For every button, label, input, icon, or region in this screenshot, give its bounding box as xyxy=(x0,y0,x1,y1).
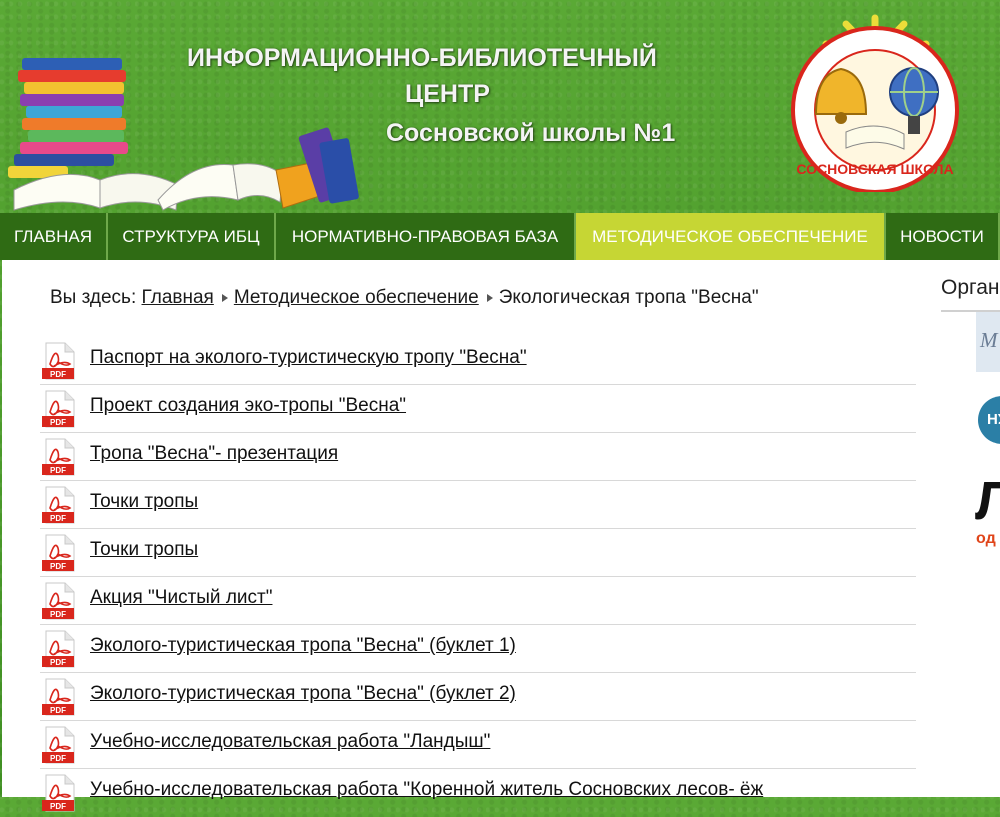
document-link[interactable]: Тропа "Весна"- презентация xyxy=(90,443,338,465)
breadcrumb-link-home[interactable]: Главная xyxy=(142,287,214,308)
nav-item-legal-base[interactable]: НОРМАТИВНО-ПРАВОВАЯ БАЗА xyxy=(276,213,576,260)
right-sidebar: Орган М НУ Л од xyxy=(935,260,1000,797)
document-link[interactable]: Учебно-исследовательская работа "Коренно… xyxy=(90,779,763,801)
site-title-line3: Сосновской школы №1 xyxy=(386,119,676,147)
svg-text:PDF: PDF xyxy=(50,562,66,571)
document-row: PDF Учебно-исследовательская работа "Лан… xyxy=(40,722,916,769)
pdf-icon[interactable]: PDF xyxy=(40,630,78,668)
document-link[interactable]: Проект создания эко-тропы "Весна" xyxy=(90,395,406,417)
svg-text:PDF: PDF xyxy=(50,706,66,715)
main-content: Вы здесь: Главная Методическое обеспечени… xyxy=(2,260,935,812)
pdf-icon[interactable]: PDF xyxy=(40,438,78,476)
breadcrumb-arrow-icon xyxy=(486,293,493,302)
document-row: PDF Тропа "Весна"- презентация xyxy=(40,434,916,481)
sidebar-logo-subtext: од xyxy=(976,530,996,547)
document-row: PDF Учебно-исследовательская работа "Кор… xyxy=(40,770,916,816)
nav-item-news[interactable]: НОВОСТИ xyxy=(886,213,1000,260)
document-link[interactable]: Эколого-туристическая тропа "Весна" (бук… xyxy=(90,683,516,705)
breadcrumb-current: Экологическая тропа "Весна" xyxy=(498,287,759,308)
document-link[interactable]: Точки тропы xyxy=(90,491,198,513)
document-link[interactable]: Учебно-исследовательская работа "Ландыш" xyxy=(90,731,490,753)
pdf-icon[interactable]: PDF xyxy=(40,582,78,620)
pdf-icon[interactable]: PDF xyxy=(40,390,78,428)
document-row: PDF Эколого-туристическая тропа "Весна" … xyxy=(40,626,916,673)
document-row: PDF Проект создания эко-тропы "Весна" xyxy=(40,386,916,433)
svg-text:PDF: PDF xyxy=(50,370,66,379)
sidebar-title: Орган xyxy=(941,276,1000,299)
sidebar-banner[interactable]: М xyxy=(976,312,1000,372)
breadcrumb: Вы здесь: Главная Методическое обеспечени… xyxy=(50,287,759,309)
school-emblem: СОСНОВСКАЯ ШКОЛА xyxy=(791,14,959,192)
svg-text:PDF: PDF xyxy=(50,466,66,475)
document-link[interactable]: Точки тропы xyxy=(90,539,198,561)
breadcrumb-link-methodical[interactable]: Методическое обеспечение xyxy=(234,287,479,308)
document-link[interactable]: Паспорт на эколого-туристическую тропу "… xyxy=(90,347,527,369)
site-title-line2: ЦЕНТР xyxy=(405,80,490,108)
pdf-icon[interactable]: PDF xyxy=(40,342,78,380)
document-row: PDF Эколого-туристическая тропа "Весна" (… xyxy=(40,674,916,721)
document-row: PDF Точки тропы xyxy=(40,530,916,577)
svg-text:PDF: PDF xyxy=(50,514,66,523)
sidebar-circle-text: НУ xyxy=(987,411,1000,428)
document-row: PDF Паспорт на эколого-туристическую троп… xyxy=(40,338,916,385)
pdf-icon[interactable]: PDF xyxy=(40,726,78,764)
main-nav: ГЛАВНАЯ СТРУКТУРА ИБЦ НОРМАТИВНО-ПРАВОВА… xyxy=(0,213,1000,260)
svg-text:PDF: PDF xyxy=(50,802,66,811)
breadcrumb-arrow-icon xyxy=(221,293,228,302)
svg-text:PDF: PDF xyxy=(50,610,66,619)
document-row: PDF Акция "Чистый лист" xyxy=(40,578,916,625)
breadcrumb-prefix: Вы здесь: xyxy=(50,287,137,308)
document-link[interactable]: Эколого-туристическая тропа "Весна" (бук… xyxy=(90,635,516,657)
svg-text:PDF: PDF xyxy=(50,418,66,427)
nav-item-structure[interactable]: СТРУКТУРА ИБЦ xyxy=(108,213,276,260)
site-header: ИНФОРМАЦИОННО-БИБЛИОТЕЧНЫЙ ЦЕНТР Сосновс… xyxy=(0,0,1000,213)
svg-text:PDF: PDF xyxy=(50,658,66,667)
document-list: PDF Паспорт на эколого-туристическую троп… xyxy=(40,338,916,817)
nav-item-methodical-support[interactable]: МЕТОДИЧЕСКОЕ ОБЕСПЕЧЕНИЕ xyxy=(576,213,886,260)
sidebar-banner-text: М xyxy=(980,328,998,352)
svg-text:PDF: PDF xyxy=(50,754,66,763)
document-link[interactable]: Акция "Чистый лист" xyxy=(90,587,272,609)
site-title-line1: ИНФОРМАЦИОННО-БИБЛИОТЕЧНЫЙ xyxy=(187,44,657,72)
pdf-icon[interactable]: PDF xyxy=(40,678,78,716)
sidebar-circle-badge[interactable]: НУ xyxy=(978,396,1000,444)
document-row: PDF Точки тропы xyxy=(40,482,916,529)
pdf-icon[interactable]: PDF xyxy=(40,534,78,572)
nav-item-home[interactable]: ГЛАВНАЯ xyxy=(0,213,108,260)
pdf-icon[interactable]: PDF xyxy=(40,774,78,812)
sidebar-logo-letter[interactable]: Л xyxy=(975,470,1000,532)
pdf-icon[interactable]: PDF xyxy=(40,486,78,524)
svg-text:СОСНОВСКАЯ ШКОЛА: СОСНОВСКАЯ ШКОЛА xyxy=(796,161,953,177)
